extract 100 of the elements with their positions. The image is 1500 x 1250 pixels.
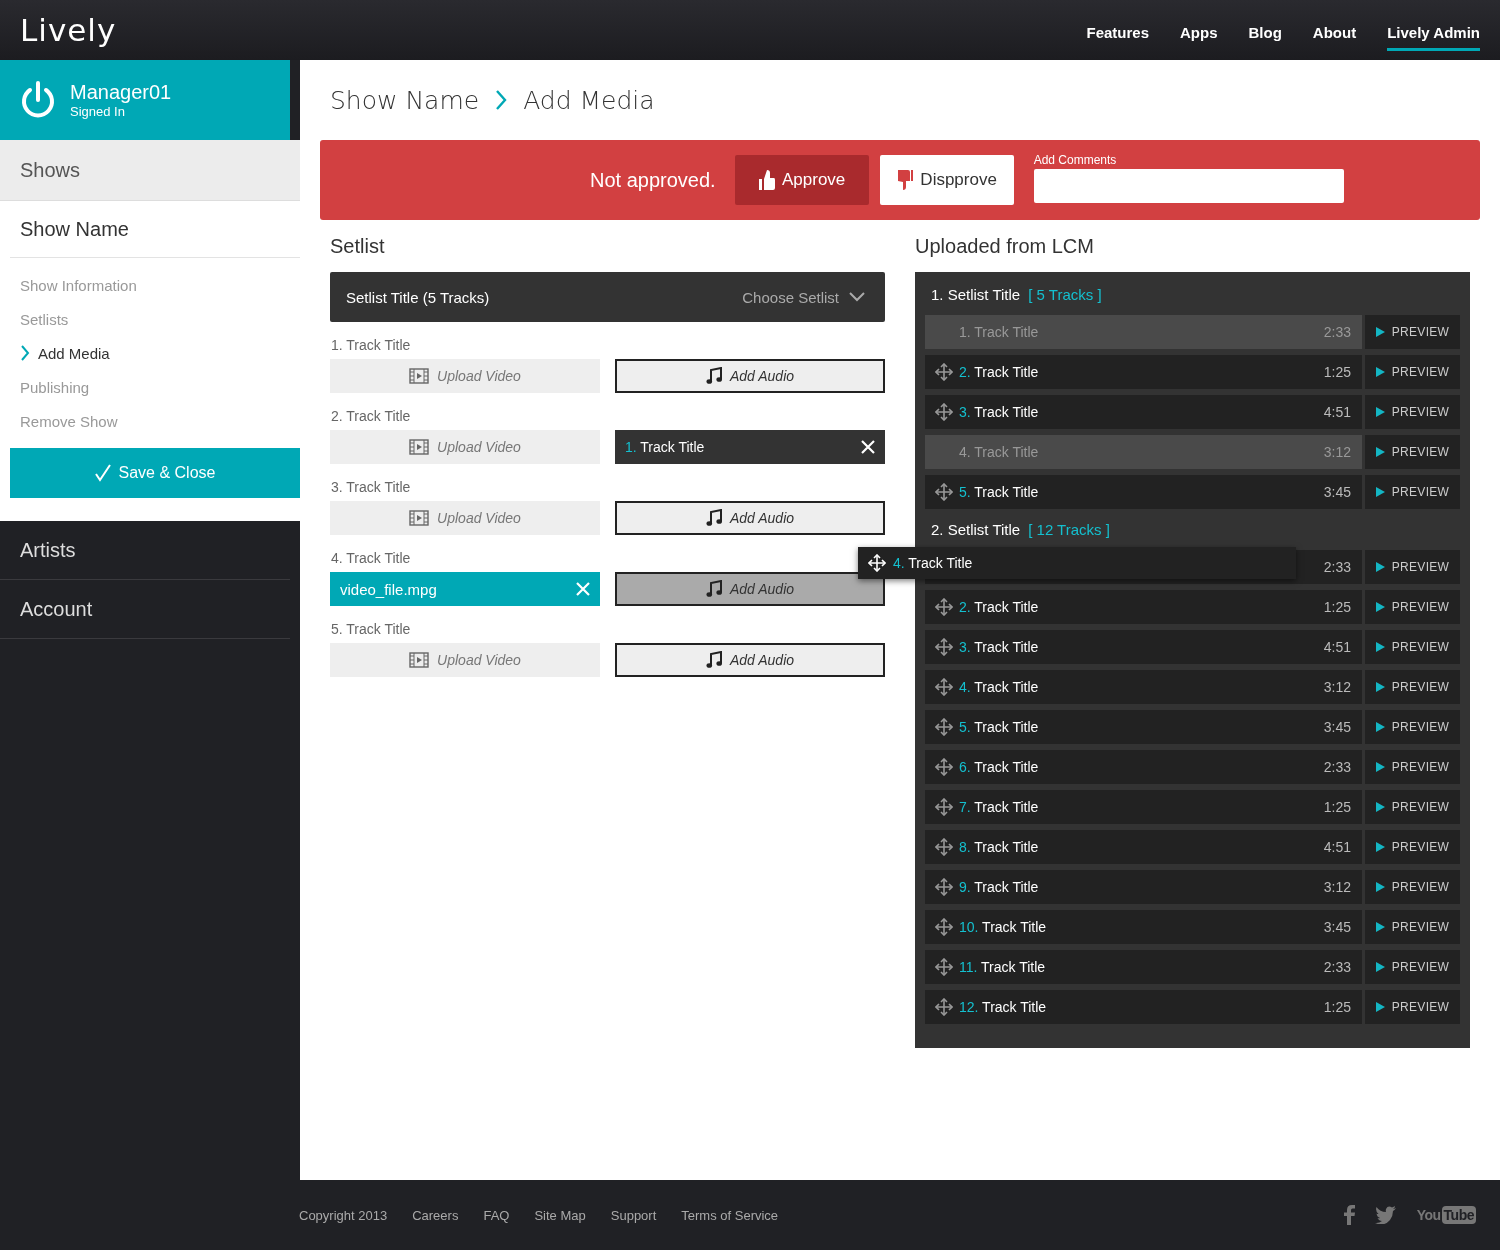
add-audio-button[interactable]: Add Audio [615, 572, 885, 606]
copyright-text: Copyright 2013 [299, 1207, 388, 1223]
footer-link[interactable]: Support [610, 1207, 657, 1223]
footer-link[interactable]: Careers [412, 1207, 459, 1223]
track-row[interactable]: 2. Track Title 1:25 [925, 355, 1362, 389]
sidebar-link[interactable]: Account [0, 580, 290, 639]
preview-button[interactable]: PREVIEW [1365, 750, 1460, 784]
preview-button[interactable]: PREVIEW [1365, 830, 1460, 864]
move-icon [935, 918, 953, 936]
setlist-dropdown[interactable]: Setlist Title (5 Tracks) Choose Setlist [330, 272, 885, 322]
track-duration: 1:25 [1323, 799, 1351, 815]
track-title: 1. Track Title [959, 324, 1039, 340]
preview-button[interactable]: PREVIEW [1365, 630, 1460, 664]
setlist-title: 2. Setlist Title [931, 521, 1021, 538]
track-row[interactable]: 5. Track Title 3:45 [925, 710, 1362, 744]
track-row[interactable]: 5. Track Title 3:45 [925, 475, 1362, 509]
sidebar-link[interactable]: Artists [0, 521, 290, 580]
track-duration: 3:45 [1323, 484, 1351, 500]
breadcrumb-item[interactable]: Show Name [330, 85, 480, 115]
nav-link[interactable]: Blog [1248, 15, 1282, 51]
play-icon [1375, 882, 1385, 892]
track-duration: 3:45 [1323, 719, 1351, 735]
track-label: 1. Track Title [330, 337, 411, 355]
track-duration: 4:51 [1323, 639, 1351, 655]
footer-link[interactable]: Site Map [534, 1207, 586, 1223]
disapprove-button[interactable]: Dispprove [879, 155, 1014, 205]
preview-button[interactable]: PREVIEW [1365, 790, 1460, 824]
approve-button[interactable]: Approve [734, 155, 869, 205]
preview-button[interactable]: PREVIEW [1365, 590, 1460, 624]
move-icon [935, 958, 953, 976]
setlist-title: Setlist Title (5 Tracks) [346, 288, 490, 306]
play-icon [1375, 802, 1385, 812]
setlist-title: 1. Setlist Title [931, 286, 1021, 303]
preview-button[interactable]: PREVIEW [1365, 870, 1460, 904]
play-icon [1375, 407, 1385, 417]
film-icon [409, 439, 430, 455]
add-audio-button[interactable]: Add Audio [615, 501, 885, 535]
logo[interactable]: Lively [20, 12, 117, 48]
track-row[interactable]: 2. Track Title 1:25 [925, 590, 1362, 624]
track-row[interactable]: 6. Track Title 2:33 [925, 750, 1362, 784]
track-title: 8. Track Title [959, 839, 1039, 855]
preview-button[interactable]: PREVIEW [1365, 670, 1460, 704]
track-count: [ 12 Tracks ] [1028, 521, 1110, 538]
add-audio-button[interactable]: Add Audio [615, 359, 885, 393]
nav-link[interactable]: Lively Admin [1387, 15, 1480, 51]
track-row[interactable]: 3. Track Title 4:51 [925, 630, 1362, 664]
footer-link[interactable]: FAQ [483, 1207, 510, 1223]
bird-link[interactable] [1374, 1206, 1397, 1224]
preview-button[interactable]: PREVIEW [1365, 315, 1460, 349]
track-title: 12. Track Title [959, 999, 1047, 1015]
upload-video-button[interactable]: Upload Video [330, 501, 600, 535]
dragged-track[interactable]: 4. Track Title [858, 547, 1296, 579]
preview-button[interactable]: PREVIEW [1365, 710, 1460, 744]
track-row[interactable]: 3. Track Title 4:51 [925, 395, 1362, 429]
track-duration: 4:51 [1323, 839, 1351, 855]
track-duration: 3:12 [1323, 679, 1351, 695]
track-title: 11. Track Title [959, 959, 1046, 975]
preview-button[interactable]: PREVIEW [1365, 910, 1460, 944]
preview-button[interactable]: PREVIEW [1365, 550, 1460, 584]
move-icon [935, 758, 953, 776]
track-row[interactable]: 4. Track Title 3:12 [925, 670, 1362, 704]
track-row[interactable]: 8. Track Title 4:51 [925, 830, 1362, 864]
remove-button[interactable] [861, 440, 875, 454]
nav-link[interactable]: Apps [1180, 15, 1218, 51]
move-icon [935, 403, 953, 421]
footer-link[interactable]: Terms of Service [681, 1207, 779, 1223]
nav-link[interactable]: Features [1086, 15, 1150, 51]
play-icon [1375, 762, 1385, 772]
track-label: 2. Track Title [330, 408, 411, 426]
comments-field[interactable] [1033, 169, 1344, 203]
track-row[interactable]: 12. Track Title 1:25 [925, 990, 1362, 1024]
play-icon [1375, 367, 1385, 377]
chevron-down-icon [849, 292, 865, 302]
music-note-icon [705, 651, 722, 669]
approval-status: Not approved. [590, 168, 716, 192]
nav-link[interactable]: About [1312, 15, 1357, 51]
upload-video-button[interactable]: Upload Video [330, 430, 600, 464]
facebook-icon [1343, 1205, 1355, 1225]
preview-button[interactable]: PREVIEW [1365, 395, 1460, 429]
preview-button[interactable]: PREVIEW [1365, 355, 1460, 389]
add-audio-button[interactable]: Add Audio [615, 643, 885, 677]
sidebar-item[interactable]: Add Media [38, 344, 110, 362]
preview-button[interactable]: PREVIEW [1365, 950, 1460, 984]
move-icon [935, 998, 953, 1016]
shows-link[interactable]: Shows [0, 140, 300, 201]
user-status: Signed In [70, 104, 126, 119]
assigned-track-title: 1. Track Title [625, 439, 705, 455]
preview-button[interactable]: PREVIEW [1365, 475, 1460, 509]
track-row[interactable]: 10. Track Title 3:45 [925, 910, 1362, 944]
upload-video-button[interactable]: Upload Video [330, 359, 600, 393]
track-row[interactable]: 11. Track Title 2:33 [925, 950, 1362, 984]
preview-button[interactable]: PREVIEW [1365, 990, 1460, 1024]
facebook-link[interactable] [1343, 1205, 1355, 1225]
track-row[interactable]: 9. Track Title 3:12 [925, 870, 1362, 904]
track-label: 3. Track Title [330, 479, 411, 497]
track-title: 7. Track Title [959, 799, 1039, 815]
upload-video-button[interactable]: Upload Video [330, 643, 600, 677]
preview-button[interactable]: PREVIEW [1365, 435, 1460, 469]
track-row[interactable]: 7. Track Title 1:25 [925, 790, 1362, 824]
track-duration: 1:25 [1323, 599, 1351, 615]
